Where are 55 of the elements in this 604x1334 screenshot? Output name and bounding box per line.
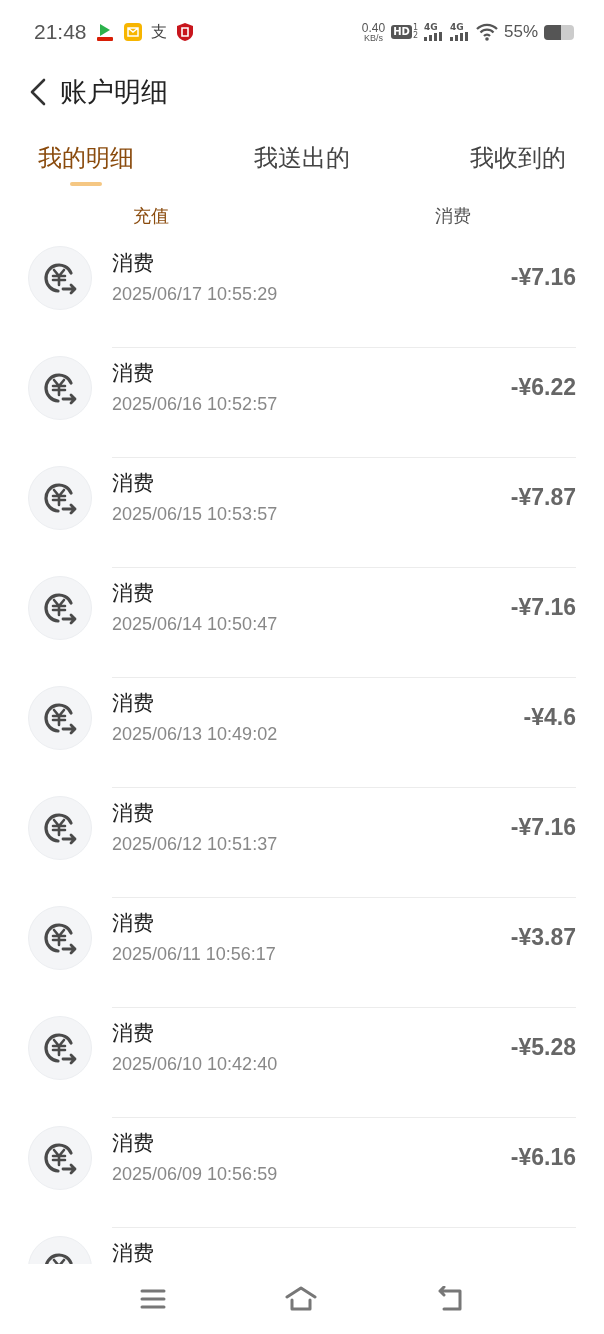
filter-option[interactable]: 充值 xyxy=(0,204,302,228)
tab[interactable]: 我的明细 xyxy=(38,142,134,190)
status-time: 21:48 xyxy=(34,20,87,44)
filter-option[interactable]: 消费 xyxy=(302,204,604,228)
record-amount: -¥6.22 xyxy=(510,373,576,402)
mail-app-icon xyxy=(122,22,143,42)
sim-number: 2 xyxy=(412,32,418,40)
record-amount: -¥3.87 xyxy=(510,923,576,952)
record-time: 2025/06/15 10:53:57 xyxy=(112,504,279,525)
signal-icon xyxy=(449,32,470,41)
page-title: 账户明细 xyxy=(60,75,168,109)
network-type: 4G xyxy=(423,23,438,32)
record-title: 消费 xyxy=(112,580,155,607)
record-title: 消费 xyxy=(112,690,155,717)
record-title: 消费 xyxy=(112,360,155,387)
record-title: 消费 xyxy=(112,250,155,277)
battery-percent: 55% xyxy=(503,22,538,42)
signal-icon xyxy=(423,32,444,41)
notification-glyph: 支 xyxy=(150,21,167,43)
home-icon[interactable] xyxy=(285,1286,317,1312)
tab[interactable]: 我收到的 xyxy=(470,142,566,190)
hd-badge: HD xyxy=(391,25,412,39)
record-title: 消费 xyxy=(112,1240,155,1264)
record-time: 2025/06/14 10:50:47 xyxy=(112,614,279,635)
record-title: 消费 xyxy=(112,470,155,497)
record-amount: -¥6.16 xyxy=(510,1143,576,1172)
record-time: 2025/06/13 10:49:02 xyxy=(112,724,279,745)
back-icon[interactable] xyxy=(28,77,48,107)
record-amount: -¥7.87 xyxy=(510,483,576,512)
record-time: 2025/06/16 10:52:57 xyxy=(112,394,279,415)
record-title: 消费 xyxy=(112,910,155,937)
record-time: 2025/06/11 10:56:17 xyxy=(112,944,277,965)
video-app-icon xyxy=(94,22,115,42)
wifi-icon xyxy=(475,23,498,41)
back-nav-icon[interactable] xyxy=(436,1286,465,1312)
record-amount: -¥4.6 xyxy=(523,703,576,732)
record-title: 消费 xyxy=(112,1020,155,1047)
record-amount: -¥7.16 xyxy=(510,813,576,842)
record-amount: -¥5.28 xyxy=(510,1033,576,1062)
speed-unit: KB/s xyxy=(364,33,384,43)
record-amount: -¥7.16 xyxy=(510,593,576,622)
sim-number: 1 xyxy=(412,24,418,32)
record-time: 2025/06/10 10:42:40 xyxy=(112,1054,279,1075)
record-time: 2025/06/17 10:55:29 xyxy=(112,284,279,305)
record-title: 消费 xyxy=(112,1130,155,1157)
menu-icon[interactable] xyxy=(139,1288,166,1310)
record-title: 消费 xyxy=(112,800,155,827)
network-type: 4G xyxy=(449,23,464,32)
record-time: 2025/06/12 10:51:37 xyxy=(112,834,279,855)
tab[interactable]: 我送出的 xyxy=(254,142,350,190)
battery-icon xyxy=(544,24,574,40)
record-amount: -¥7.16 xyxy=(510,263,576,292)
network-speed: 0.40 xyxy=(361,21,386,34)
shield-app-icon xyxy=(174,22,195,42)
record-time: 2025/06/09 10:56:59 xyxy=(112,1164,279,1185)
